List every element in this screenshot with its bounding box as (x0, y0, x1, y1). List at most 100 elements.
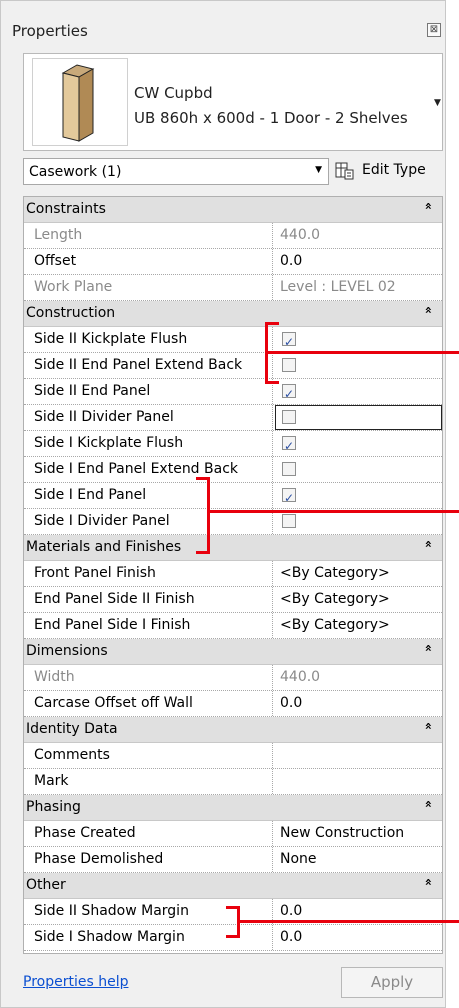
group-header[interactable]: Constraints » (24, 197, 442, 223)
property-label: Side I End Panel Extend Back (24, 457, 273, 482)
property-checkbox[interactable] (282, 382, 296, 404)
collapse-icon[interactable]: » (421, 306, 435, 314)
property-value[interactable]: 0.0 (275, 691, 442, 716)
property-value[interactable] (275, 769, 442, 794)
group-label: Phasing (26, 799, 81, 815)
property-checkbox[interactable] (282, 434, 296, 456)
collapse-icon[interactable]: » (421, 540, 435, 548)
property-row: Comments (24, 743, 442, 769)
group-header[interactable]: Materials and Finishes » (24, 535, 442, 561)
property-label: Mark (24, 769, 273, 794)
property-value: 440.0 (280, 669, 321, 685)
group-header[interactable]: Identity Data » (24, 717, 442, 743)
property-label: Phase Demolished (24, 847, 273, 872)
collapse-icon[interactable]: » (421, 878, 435, 886)
instance-filter-value: Casework (1) (29, 164, 122, 180)
property-row: Carcase Offset off Wall 0.0 (24, 691, 442, 717)
property-row: Work Plane Level : LEVEL 02 (24, 275, 442, 301)
property-value[interactable] (275, 743, 442, 768)
property-label: Side I End Panel (24, 483, 273, 508)
property-row: Mark (24, 769, 442, 795)
property-row: Side I End Panel Extend Back (24, 457, 442, 483)
property-value[interactable]: 0.0 (275, 249, 442, 274)
property-row: Width 440.0 (24, 665, 442, 691)
apply-button[interactable]: Apply (341, 967, 443, 998)
group-label: Dimensions (26, 643, 108, 659)
property-value[interactable]: <By Category> (275, 613, 442, 638)
group-label: Constraints (26, 201, 106, 217)
caret-down-icon: ▼ (315, 165, 322, 175)
property-value[interactable]: 0.0 (275, 925, 442, 950)
property-label: Work Plane (24, 275, 273, 300)
property-label: Carcase Offset off Wall (24, 691, 273, 716)
group-header[interactable]: Other » (24, 873, 442, 899)
property-label: Width (24, 665, 273, 690)
property-row: Side I End Panel (24, 483, 442, 509)
property-row: Side I Kickplate Flush (24, 431, 442, 457)
type-thumbnail (32, 58, 128, 146)
close-icon[interactable]: ⊠ (427, 23, 441, 37)
property-value[interactable]: None (275, 847, 442, 872)
property-checkbox[interactable] (282, 358, 296, 372)
properties-palette: Properties ⊠ CW Cupbd UB 860h x 600d - 1… (0, 0, 446, 1008)
edit-type-icon (335, 162, 354, 180)
property-label: Offset (24, 249, 273, 274)
property-label: End Panel Side I Finish (24, 613, 273, 638)
property-row: End Panel Side II Finish <By Category> (24, 587, 442, 613)
property-checkbox[interactable] (282, 462, 296, 476)
collapse-icon[interactable]: » (421, 202, 435, 210)
property-label: Comments (24, 743, 273, 768)
edit-type-label: Edit Type (362, 162, 426, 178)
property-label: Side I Kickplate Flush (24, 431, 273, 456)
property-value: 440.0 (280, 227, 321, 243)
properties-help-link[interactable]: Properties help (23, 974, 128, 990)
property-value[interactable]: <By Category> (275, 561, 442, 586)
group-header[interactable]: Dimensions » (24, 639, 442, 665)
group-header[interactable]: Phasing » (24, 795, 442, 821)
instance-filter-dropdown[interactable]: Casework (1) ▼ (23, 158, 329, 185)
collapse-icon[interactable]: » (421, 722, 435, 730)
group-label: Other (26, 877, 66, 893)
property-label: Side II Kickplate Flush (24, 327, 273, 352)
type-name: UB 860h x 600d - 1 Door - 2 Shelves (134, 109, 408, 127)
property-value-cell (275, 327, 442, 352)
property-label: Phase Created (24, 821, 273, 846)
property-value-cell (275, 483, 442, 508)
property-checkbox[interactable] (282, 330, 296, 352)
property-row: Side II Kickplate Flush (24, 327, 442, 353)
property-row: Length 440.0 (24, 223, 442, 249)
type-selector[interactable]: CW Cupbd UB 860h x 600d - 1 Door - 2 She… (23, 53, 443, 151)
edit-type-button[interactable]: Edit Type (335, 160, 443, 184)
property-label: Side II Divider Panel (24, 405, 273, 430)
property-value: Level : LEVEL 02 (280, 279, 396, 295)
property-checkbox[interactable] (282, 486, 296, 508)
property-value[interactable]: New Construction (275, 821, 442, 846)
group-label: Construction (26, 305, 116, 321)
property-label: Side II End Panel (24, 379, 273, 404)
collapse-icon[interactable]: » (421, 800, 435, 808)
property-value[interactable]: <By Category> (275, 587, 442, 612)
property-label: Side II End Panel Extend Back (24, 353, 273, 378)
palette-title: Properties (12, 22, 88, 40)
property-value-cell (275, 405, 442, 430)
property-value-cell (275, 353, 442, 378)
type-family-name: CW Cupbd (134, 84, 213, 102)
collapse-icon[interactable]: » (421, 644, 435, 652)
property-label: Side II Shadow Margin (24, 899, 273, 924)
property-checkbox[interactable] (282, 410, 296, 424)
property-label: Front Panel Finish (24, 561, 273, 586)
group-label: Identity Data (26, 721, 118, 737)
palette-footer: Properties help Apply (23, 965, 443, 1001)
palette-titlebar[interactable]: Properties ⊠ (1, 1, 447, 47)
property-row: Side II End Panel Extend Back (24, 353, 442, 379)
group-header[interactable]: Construction » (24, 301, 442, 327)
property-row: Phase Created New Construction (24, 821, 442, 847)
property-checkbox[interactable] (282, 514, 296, 528)
property-label: End Panel Side II Finish (24, 587, 273, 612)
property-row: Side II End Panel (24, 379, 442, 405)
property-label: Length (24, 223, 273, 248)
caret-down-icon[interactable]: ▼ (434, 98, 441, 108)
property-row: Side II Divider Panel (24, 405, 442, 431)
property-row: Side I Shadow Margin 0.0 (24, 925, 442, 951)
property-row: Phase Demolished None (24, 847, 442, 873)
